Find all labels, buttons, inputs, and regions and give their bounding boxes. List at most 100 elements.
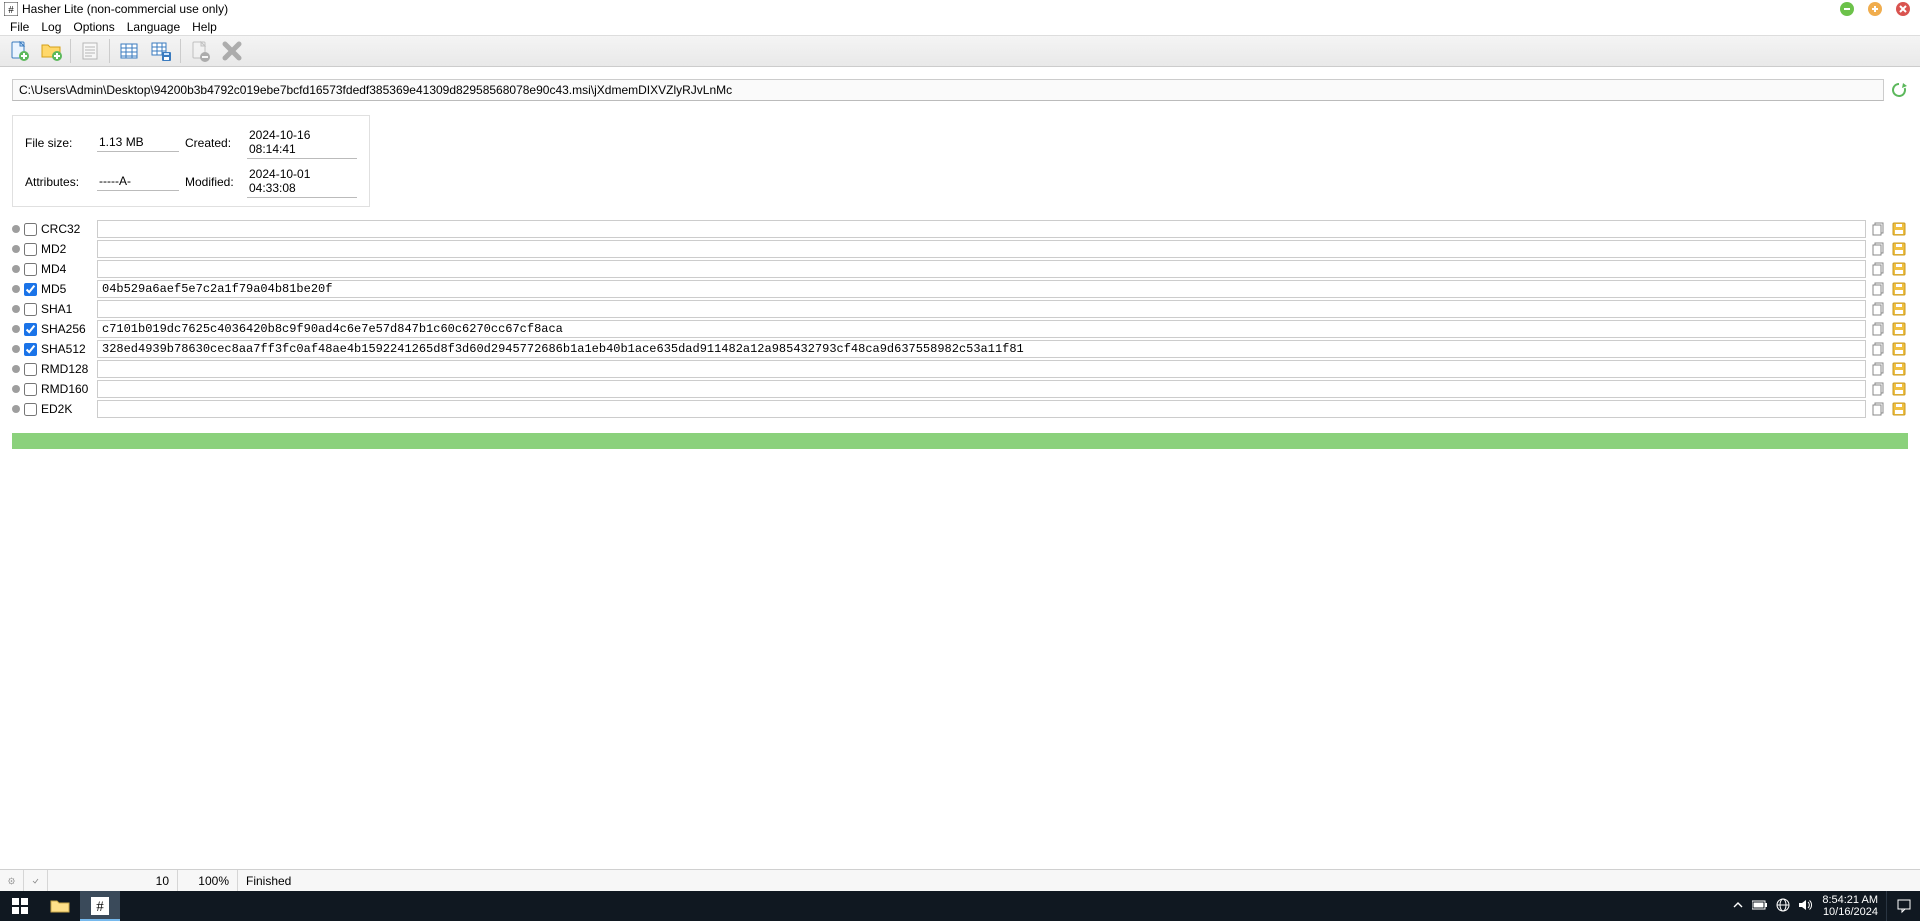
hash-row-md5: MD5: [12, 279, 1908, 299]
algo-checkbox-md5[interactable]: [24, 283, 37, 296]
menu-bar: File Log Options Language Help: [0, 18, 1920, 35]
menu-log[interactable]: Log: [35, 20, 67, 34]
menu-options[interactable]: Options: [67, 20, 120, 34]
view-text-button[interactable]: [75, 37, 105, 65]
start-button[interactable]: [0, 891, 40, 921]
menu-help[interactable]: Help: [186, 20, 223, 34]
titlebar: # Hasher Lite (non-commercial use only): [0, 0, 1920, 18]
hash-value-sha512[interactable]: [97, 340, 1866, 358]
tray-clock[interactable]: 8:54:21 AM 10/16/2024: [1822, 894, 1878, 918]
save-icon[interactable]: [1890, 361, 1908, 377]
algo-checkbox-sha1[interactable]: [24, 303, 37, 316]
menu-language[interactable]: Language: [121, 20, 186, 34]
copy-icon[interactable]: [1870, 361, 1888, 377]
copy-icon[interactable]: [1870, 381, 1888, 397]
status-check-icon[interactable]: [24, 870, 48, 891]
close-button[interactable]: [1896, 2, 1910, 16]
copy-icon[interactable]: [1870, 241, 1888, 257]
status-bar: 10 100% Finished: [0, 869, 1920, 891]
save-icon[interactable]: [1890, 381, 1908, 397]
tray-date: 10/16/2024: [1822, 906, 1878, 918]
indicator-icon: [12, 245, 20, 253]
indicator-icon: [12, 305, 20, 313]
modified-value: 2024-10-01 04:33:08: [247, 165, 357, 198]
svg-text:#: #: [96, 899, 104, 915]
hash-value-sha256[interactable]: [97, 320, 1866, 338]
copy-icon[interactable]: [1870, 261, 1888, 277]
hash-value-rmd160[interactable]: [97, 380, 1866, 398]
hash-value-crc32[interactable]: [97, 220, 1866, 238]
algo-label: RMD160: [41, 382, 97, 396]
algo-checkbox-sha256[interactable]: [24, 323, 37, 336]
copy-icon[interactable]: [1870, 341, 1888, 357]
save-icon[interactable]: [1890, 321, 1908, 337]
algo-checkbox-rmd160[interactable]: [24, 383, 37, 396]
algo-label: MD2: [41, 242, 97, 256]
attributes-label: Attributes:: [25, 175, 91, 189]
hash-row-rmd128: RMD128: [12, 359, 1908, 379]
copy-icon[interactable]: [1870, 301, 1888, 317]
minimize-button[interactable]: [1840, 2, 1854, 16]
copy-icon[interactable]: [1870, 321, 1888, 337]
tray-time: 8:54:21 AM: [1822, 894, 1878, 906]
grid-button[interactable]: [114, 37, 144, 65]
indicator-icon: [12, 325, 20, 333]
hash-value-md2[interactable]: [97, 240, 1866, 258]
algo-checkbox-sha512[interactable]: [24, 343, 37, 356]
hash-row-sha1: SHA1: [12, 299, 1908, 319]
save-icon[interactable]: [1890, 261, 1908, 277]
grid-save-button[interactable]: [146, 37, 176, 65]
menu-file[interactable]: File: [4, 20, 35, 34]
hash-value-sha1[interactable]: [97, 300, 1866, 318]
algo-label: SHA512: [41, 342, 97, 356]
add-file-button[interactable]: [4, 37, 34, 65]
taskbar-hasher[interactable]: #: [80, 891, 120, 921]
path-input[interactable]: [12, 79, 1884, 101]
tray-chevron-up-icon[interactable]: [1732, 899, 1744, 914]
toolbar: [0, 35, 1920, 67]
algo-checkbox-md4[interactable]: [24, 263, 37, 276]
save-icon[interactable]: [1890, 281, 1908, 297]
progress-bar: [12, 433, 1908, 449]
copy-icon[interactable]: [1870, 221, 1888, 237]
cancel-button[interactable]: [217, 37, 247, 65]
hash-value-md5[interactable]: [97, 280, 1866, 298]
maximize-button[interactable]: [1868, 2, 1882, 16]
taskbar-explorer[interactable]: [40, 891, 80, 921]
hash-value-md4[interactable]: [97, 260, 1866, 278]
filesize-label: File size:: [25, 136, 91, 150]
toolbar-separator: [70, 39, 71, 63]
hash-value-rmd128[interactable]: [97, 360, 1866, 378]
tray-volume-icon[interactable]: [1798, 898, 1812, 915]
add-folder-button[interactable]: [36, 37, 66, 65]
save-icon[interactable]: [1890, 221, 1908, 237]
algo-checkbox-md2[interactable]: [24, 243, 37, 256]
hash-row-md4: MD4: [12, 259, 1908, 279]
file-info-panel: File size: 1.13 MB Created: 2024-10-16 0…: [12, 115, 370, 207]
save-icon[interactable]: [1890, 301, 1908, 317]
hash-value-ed2k[interactable]: [97, 400, 1866, 418]
window-title: Hasher Lite (non-commercial use only): [22, 2, 228, 16]
status-gear-icon[interactable]: [0, 870, 24, 891]
copy-icon[interactable]: [1870, 401, 1888, 417]
status-count: 10: [48, 870, 178, 891]
algo-checkbox-rmd128[interactable]: [24, 363, 37, 376]
algo-checkbox-ed2k[interactable]: [24, 403, 37, 416]
indicator-icon: [12, 285, 20, 293]
tray-battery-icon[interactable]: [1752, 900, 1768, 913]
hash-row-sha256: SHA256: [12, 319, 1908, 339]
hash-row-sha512: SHA512: [12, 339, 1908, 359]
algo-checkbox-crc32[interactable]: [24, 223, 37, 236]
copy-icon[interactable]: [1870, 281, 1888, 297]
notifications-button[interactable]: [1886, 891, 1920, 921]
algo-label: MD4: [41, 262, 97, 276]
refresh-button[interactable]: [1890, 81, 1908, 99]
tray-network-icon[interactable]: [1776, 898, 1790, 915]
hash-list: CRC32MD2MD4MD5SHA1SHA256SHA512RMD128RMD1…: [12, 219, 1908, 419]
created-value: 2024-10-16 08:14:41: [247, 126, 357, 159]
save-icon[interactable]: [1890, 241, 1908, 257]
remove-file-button[interactable]: [185, 37, 215, 65]
save-icon[interactable]: [1890, 341, 1908, 357]
save-icon[interactable]: [1890, 401, 1908, 417]
algo-label: RMD128: [41, 362, 97, 376]
